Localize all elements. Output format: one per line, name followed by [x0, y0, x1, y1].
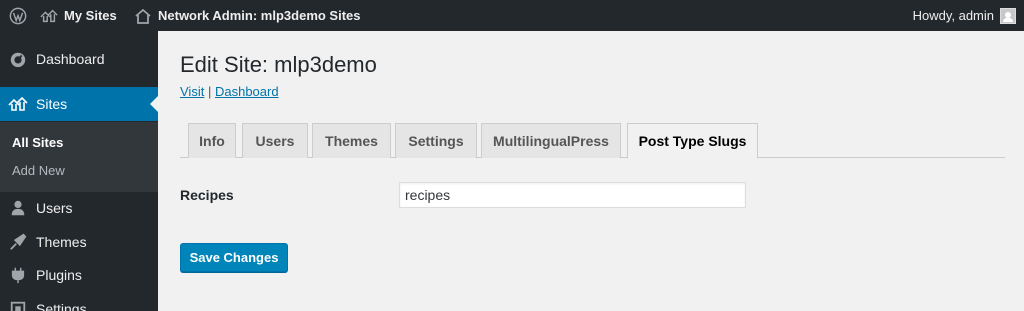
sidebar-item-users[interactable]: Users — [0, 191, 158, 225]
settings-icon — [8, 299, 28, 311]
sidebar-item-label: Sites — [36, 96, 68, 112]
dashboard-icon — [8, 49, 28, 69]
wordpress-logo-button[interactable] — [4, 0, 32, 31]
sidebar-item-label: Users — [36, 200, 73, 216]
sidebar-item-label: Plugins — [36, 267, 82, 283]
tab-settings[interactable]: Settings — [395, 123, 477, 158]
dashboard-link[interactable]: Dashboard — [215, 84, 279, 99]
admin-bar: My Sites Network Admin: mlp3demo Sites H… — [0, 0, 1024, 31]
link-separator: | — [207, 84, 212, 99]
account-menu[interactable]: Howdy, admin — [913, 0, 1016, 31]
sidebar-item-dashboard[interactable]: Dashboard — [0, 42, 158, 76]
visit-link[interactable]: Visit — [180, 84, 204, 99]
my-sites-label: My Sites — [64, 8, 117, 23]
sidebar-item-label: Dashboard — [36, 51, 105, 67]
site-links: Visit | Dashboard — [180, 84, 279, 99]
submenu-add-new[interactable]: Add New — [12, 163, 65, 178]
avatar — [1000, 7, 1016, 24]
tab-users[interactable]: Users — [242, 123, 308, 158]
save-changes-button[interactable]: Save Changes — [180, 243, 288, 272]
sidebar-item-sites[interactable]: Sites — [0, 87, 158, 121]
wordpress-icon — [9, 7, 27, 25]
sites-icon — [8, 94, 28, 114]
sidebar-item-label: Themes — [36, 234, 87, 250]
network-admin-menu[interactable]: Network Admin: mlp3demo Sites — [134, 0, 361, 31]
admin-sidebar: Dashboard Sites All Sites Add New Users … — [0, 31, 158, 311]
sites-submenu: All Sites Add New — [0, 122, 158, 192]
sidebar-item-label: Settings — [36, 301, 87, 311]
sidebar-item-themes[interactable]: Themes — [0, 225, 158, 259]
my-sites-menu[interactable]: My Sites — [40, 0, 117, 31]
users-icon — [8, 198, 28, 218]
sidebar-item-plugins[interactable]: Plugins — [0, 258, 158, 292]
home-icon — [134, 7, 152, 25]
recipes-label: Recipes — [180, 187, 234, 203]
howdy-label: Howdy, admin — [912, 8, 994, 23]
tab-post-type-slugs[interactable]: Post Type Slugs — [627, 123, 758, 159]
main-content: Edit Site: mlp3demo Visit | Dashboard In… — [158, 31, 1024, 311]
network-admin-label: Network Admin: mlp3demo Sites — [158, 8, 361, 23]
tab-multilingualpress[interactable]: MultilingualPress — [481, 123, 621, 158]
nav-tabs: Info Users Themes Settings MultilingualP… — [180, 123, 1005, 159]
page-title: Edit Site: mlp3demo — [180, 52, 377, 77]
my-sites-icon — [40, 7, 58, 25]
plugins-icon — [8, 265, 28, 285]
tab-info[interactable]: Info — [188, 123, 236, 158]
sidebar-item-settings[interactable]: Settings — [0, 292, 158, 311]
tab-themes[interactable]: Themes — [312, 123, 391, 158]
recipes-slug-input[interactable] — [399, 182, 746, 208]
themes-icon — [8, 232, 28, 252]
submenu-all-sites[interactable]: All Sites — [12, 135, 63, 150]
